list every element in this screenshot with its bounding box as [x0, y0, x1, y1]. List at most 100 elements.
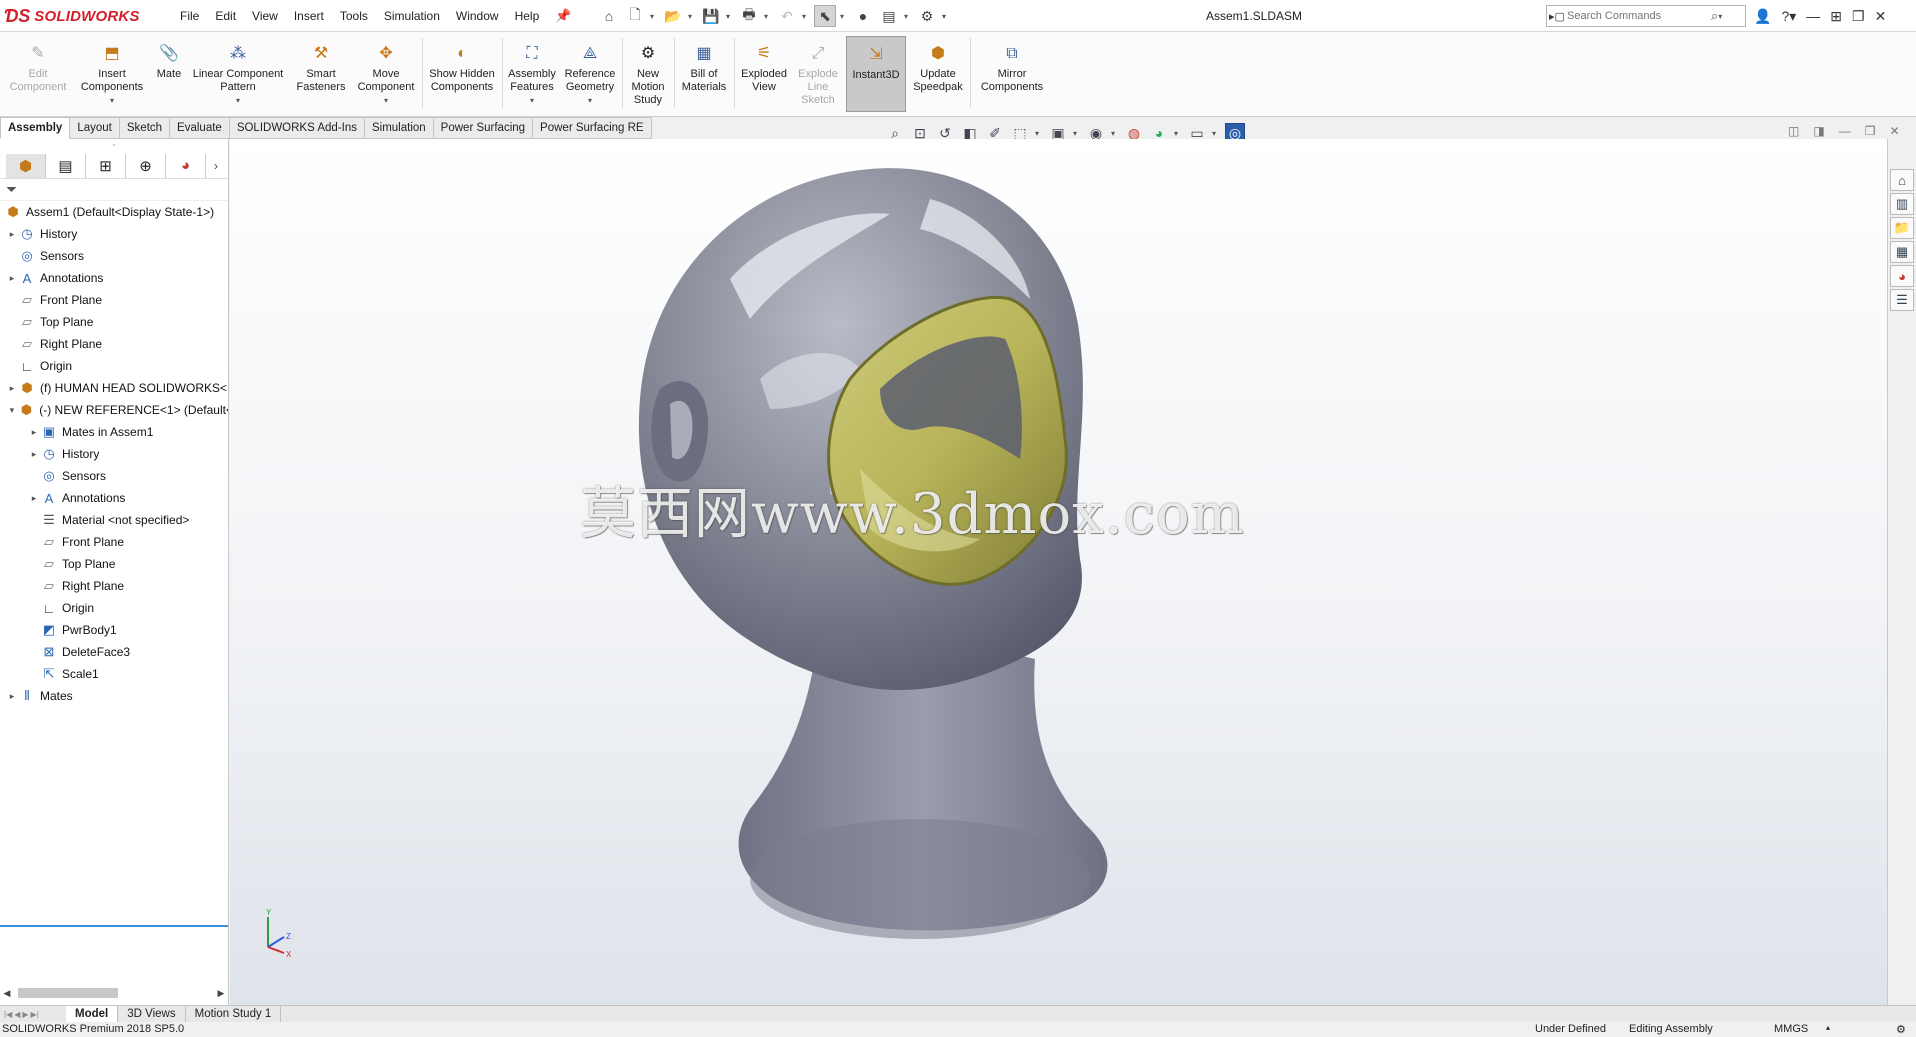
configuration-manager-tab-icon[interactable]: ⊞ — [86, 153, 126, 178]
file-explorer-icon[interactable]: 📁 — [1890, 217, 1914, 239]
tree-item-new-reference[interactable]: ▾ ⬢ (-) NEW REFERENCE<1> (Default< — [0, 399, 228, 421]
tile-windows-icon[interactable]: ⊞ — [1830, 8, 1842, 25]
minimize-icon[interactable]: — — [1806, 8, 1820, 24]
undo-icon[interactable]: ↶ — [776, 5, 798, 27]
solidworks-logo[interactable]: ƊS SOLIDWORKS — [4, 3, 154, 29]
tree-item-pwrbody1[interactable]: ◩ PwrBody1 — [0, 619, 228, 641]
first-tab-icon[interactable]: |◀ — [4, 1010, 12, 1019]
viewport-minimize-icon[interactable]: — — [1839, 124, 1851, 138]
design-library-icon[interactable]: ▥ — [1890, 193, 1914, 215]
tree-item-top-plane[interactable]: ▱ Top Plane — [0, 553, 228, 575]
solidworks-resources-home-icon[interactable]: ⌂ — [1890, 169, 1914, 191]
options-dropdown-icon[interactable]: ▾ — [942, 12, 950, 21]
tree-item-top-plane[interactable]: ▱ Top Plane — [0, 311, 228, 333]
prev-tab-icon[interactable]: ◀ — [14, 1010, 20, 1019]
file-properties-dropdown-icon[interactable]: ▾ — [904, 12, 912, 21]
display-manager-tab-icon[interactable]: ◕ — [166, 153, 206, 178]
search-dropdown-icon[interactable]: ▾ — [1718, 12, 1726, 21]
scroll-thumb[interactable] — [18, 988, 118, 998]
open-folder-icon[interactable]: 📂 — [662, 5, 684, 27]
last-tab-icon[interactable]: ▶| — [31, 1010, 39, 1019]
select-cursor-icon[interactable]: ⬉ — [814, 5, 836, 27]
expand-arrow-icon[interactable]: ▸ — [6, 273, 18, 284]
mirror-components-button[interactable]: ⧉ Mirror Components — [974, 36, 1050, 112]
close-icon[interactable]: ✕ — [1875, 8, 1887, 25]
smart-fasteners-button[interactable]: ⚒ Smart Fasteners — [292, 36, 350, 112]
pin-menu-icon[interactable]: 📌 — [547, 8, 579, 24]
tab-power-surfacing[interactable]: Power Surfacing — [433, 117, 534, 139]
move-component-button[interactable]: ✥ Move Component ▾ — [354, 36, 418, 112]
menu-edit[interactable]: Edit — [207, 9, 244, 23]
collapse-arrow-icon[interactable]: ▾ — [6, 405, 18, 416]
new-motion-study-button[interactable]: ⚙ New Motion Study — [626, 36, 670, 112]
new-dropdown-icon[interactable]: ▾ — [650, 12, 658, 21]
instant3d-button[interactable]: ⇲ Instant3D — [846, 36, 906, 112]
tab-assembly[interactable]: Assembly — [0, 117, 71, 139]
menu-file[interactable]: File — [172, 9, 207, 23]
scroll-left-icon[interactable]: ◀ — [0, 988, 14, 999]
help-question-icon[interactable]: ?▾ — [1781, 8, 1796, 25]
tree-item-origin[interactable]: ∟ Origin — [0, 597, 228, 619]
view-palette-icon[interactable]: ▦ — [1890, 241, 1914, 263]
viewport-restore-icon[interactable]: ❐ — [1865, 124, 1876, 138]
display-style-dropdown-icon[interactable]: ▾ — [1073, 129, 1081, 138]
search-input[interactable] — [1567, 10, 1707, 22]
reference-geometry-button[interactable]: ⟁ Reference Geometry ▾ — [562, 36, 618, 112]
expand-arrow-icon[interactable]: ▸ — [6, 691, 18, 702]
reference-triad[interactable]: Y Z X — [260, 908, 300, 959]
view-orientation-dropdown-icon[interactable]: ▾ — [1035, 129, 1043, 138]
viewport-tile-right-icon[interactable]: ◨ — [1813, 124, 1824, 138]
next-tab-icon[interactable]: ▶ — [22, 1010, 28, 1019]
select-dropdown-icon[interactable]: ▾ — [840, 12, 848, 21]
tree-item-history[interactable]: ▸ ◷ History — [0, 223, 228, 245]
tree-item-material[interactable]: ☰ Material <not specified> — [0, 509, 228, 531]
graphics-area[interactable]: 莫西网www.3dmox.com Y Z X — [230, 139, 1887, 1005]
tree-item-sensors[interactable]: ◎ Sensors — [0, 465, 228, 487]
custom-properties-icon[interactable]: ☰ — [1890, 289, 1914, 311]
tab-simulation[interactable]: Simulation — [364, 117, 434, 139]
rollback-bar[interactable] — [0, 925, 228, 927]
chevron-right-icon[interactable]: › — [206, 154, 226, 178]
menu-view[interactable]: View — [244, 9, 286, 23]
expand-arrow-icon[interactable]: ▸ — [6, 229, 18, 240]
tree-item-front-plane[interactable]: ▱ Front Plane — [0, 289, 228, 311]
insert-components-button[interactable]: ⬒ Insert Components ▾ — [76, 36, 148, 112]
tab-layout[interactable]: Layout — [70, 117, 120, 139]
customize-status-icon[interactable]: ⚙ — [1896, 1023, 1906, 1036]
edit-component-button[interactable]: ✎ Edit Component — [6, 36, 70, 112]
restore-icon[interactable]: ❐ — [1852, 8, 1865, 25]
print-icon[interactable]: 🖶 — [738, 5, 760, 27]
rebuild-traffic-light-icon[interactable]: ● — [852, 5, 874, 27]
file-properties-icon[interactable]: ▤ — [878, 5, 900, 27]
move-component-dropdown-icon[interactable]: ▾ — [382, 94, 390, 107]
tree-item-sensors[interactable]: ◎ Sensors — [0, 245, 228, 267]
tab-evaluate[interactable]: Evaluate — [170, 117, 230, 139]
update-speedpak-button[interactable]: ⬢ Update Speedpak — [910, 36, 966, 112]
undo-dropdown-icon[interactable]: ▾ — [802, 12, 810, 21]
tree-item-mates[interactable]: ▸ ⫴ Mates — [0, 685, 228, 707]
menu-window[interactable]: Window — [448, 9, 507, 23]
search-commands-box[interactable]: ▸▢ ⌕ ▾ — [1546, 5, 1746, 27]
appearances-scenes-icon[interactable]: ◕ — [1890, 265, 1914, 287]
new-document-icon[interactable]: 🗋 — [624, 5, 646, 27]
expand-arrow-icon[interactable]: ▸ — [28, 427, 40, 438]
expand-arrow-icon[interactable]: ▸ — [28, 493, 40, 504]
tree-item-deleteface3[interactable]: ⊠ DeleteFace3 — [0, 641, 228, 663]
save-dropdown-icon[interactable]: ▾ — [726, 12, 734, 21]
bill-of-materials-button[interactable]: ▦ Bill of Materials — [678, 36, 730, 112]
human-head-model[interactable] — [638, 168, 1108, 939]
property-manager-tab-icon[interactable]: ▤ — [46, 153, 86, 178]
open-dropdown-icon[interactable]: ▾ — [688, 12, 696, 21]
panel-grip[interactable]: ⁃ — [0, 139, 228, 153]
viewport-close-icon[interactable]: ✕ — [1889, 124, 1899, 138]
tab-power-surfacing-re[interactable]: Power Surfacing RE — [533, 117, 652, 139]
linear-pattern-dropdown-icon[interactable]: ▾ — [234, 94, 242, 107]
assembly-features-dropdown-icon[interactable]: ▾ — [528, 94, 536, 107]
tab-3d-views[interactable]: 3D Views — [118, 1006, 186, 1022]
expand-arrow-icon[interactable]: ▸ — [28, 449, 40, 460]
apply-scene-dropdown-icon[interactable]: ▾ — [1174, 129, 1182, 138]
tree-item-annotations[interactable]: ▸ A Annotations — [0, 267, 228, 289]
tree-item-scale1[interactable]: ⇱ Scale1 — [0, 663, 228, 685]
hide-show-dropdown-icon[interactable]: ▾ — [1111, 129, 1119, 138]
horizontal-scrollbar[interactable]: ◀ ▶ — [0, 985, 228, 1001]
